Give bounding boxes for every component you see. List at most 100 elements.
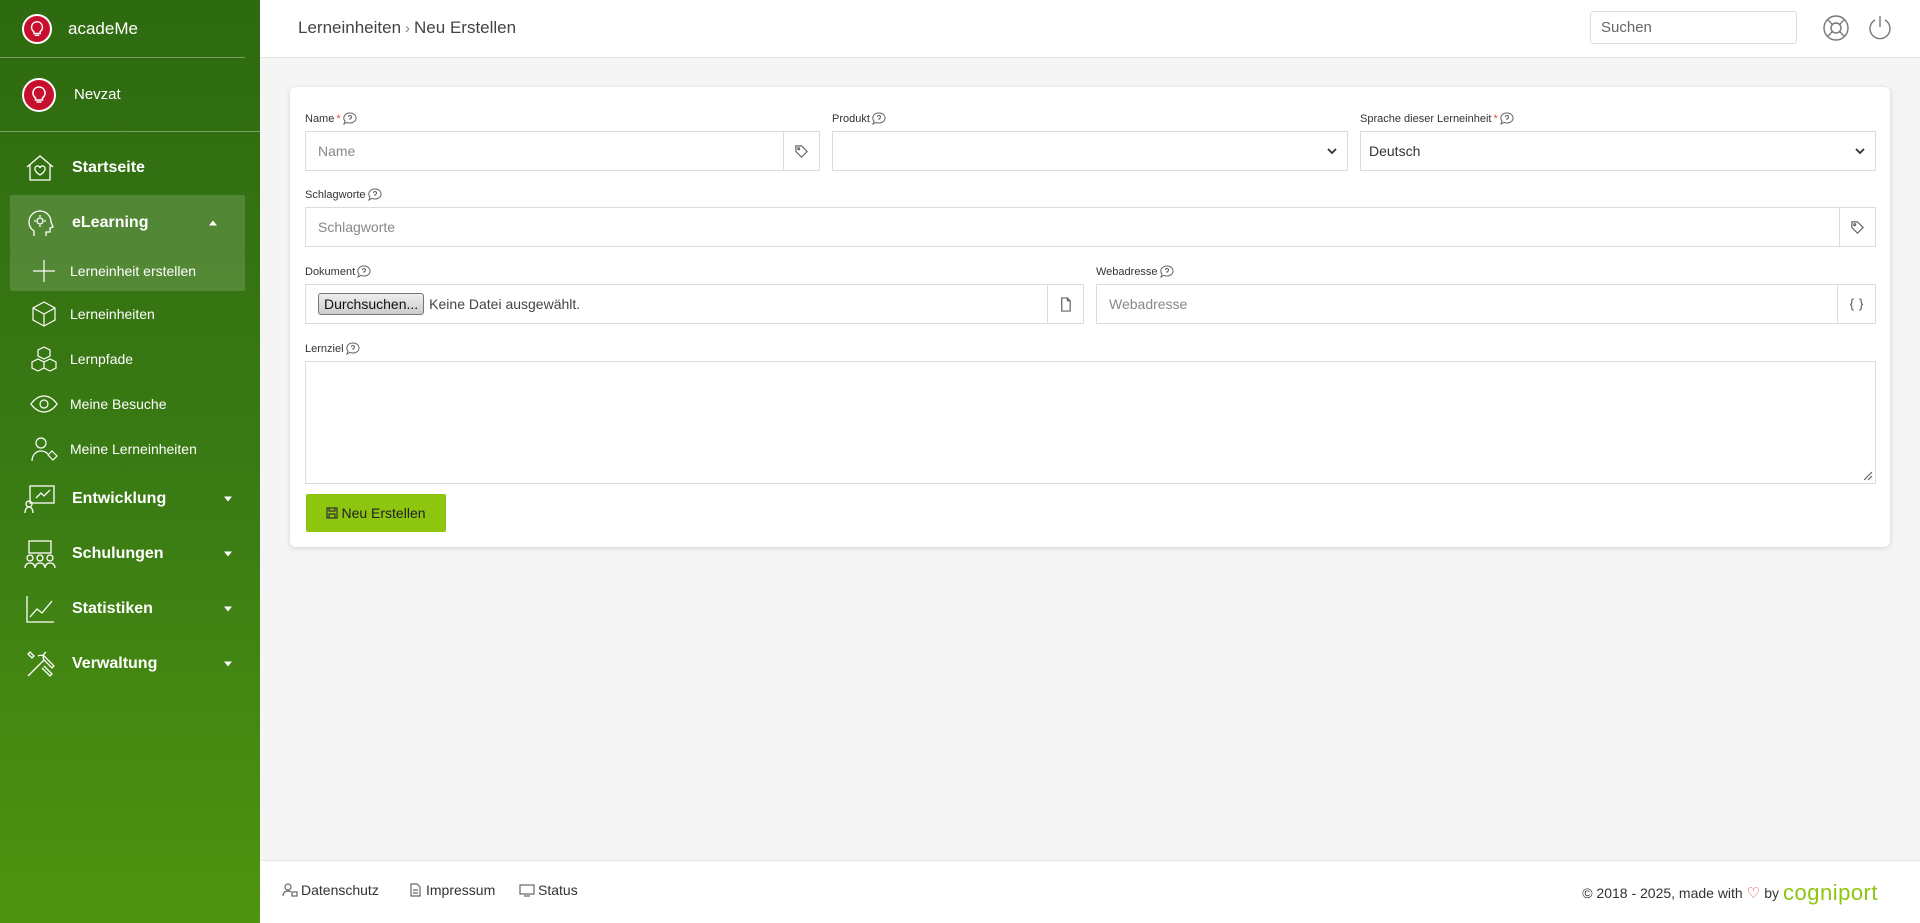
keywords-input[interactable]: Schlagworte xyxy=(306,219,1839,235)
line-chart-icon xyxy=(22,591,58,627)
name-input[interactable]: Name xyxy=(306,143,783,159)
group-icon xyxy=(22,536,58,572)
head-gear-icon xyxy=(22,205,58,241)
sidebar-item-label: Meine Lerneinheiten xyxy=(70,440,197,457)
power-icon[interactable] xyxy=(1866,14,1894,42)
sidebar-item-meine-besuche[interactable]: Meine Besuche xyxy=(0,381,260,426)
plus-icon xyxy=(28,255,60,287)
help-bubble-icon xyxy=(872,112,886,125)
chevron-down-icon xyxy=(224,661,232,666)
sidebar-item-label: Startseite xyxy=(72,158,145,176)
sidebar-item-label: Statistiken xyxy=(72,599,153,617)
sidebar-item-elearning[interactable]: eLearning xyxy=(10,195,245,250)
copyright-icon: © xyxy=(1582,885,1597,901)
help-bubble-icon xyxy=(345,342,360,355)
breadcrumb: Lerneinheiten › Neu Erstellen xyxy=(298,18,516,38)
app-name: acadeMe xyxy=(68,18,138,38)
url-label: Webadresse xyxy=(1096,265,1174,278)
presentation-growth-icon xyxy=(22,481,58,517)
help-bubble-icon xyxy=(342,112,357,125)
name-label: Name * xyxy=(305,112,357,125)
goal-label: Lernziel xyxy=(305,342,360,355)
url-input[interactable]: Webadresse xyxy=(1097,296,1837,312)
breadcrumb-item-current: Neu Erstellen xyxy=(414,18,517,37)
chevron-right-icon: › xyxy=(405,19,411,37)
tools-icon xyxy=(22,646,58,682)
sidebar-item-label: Lerneinheit erstellen xyxy=(70,262,197,279)
help-bubble-icon xyxy=(367,188,382,201)
user-tag-icon xyxy=(28,433,60,465)
user-lock-icon xyxy=(282,883,298,897)
heart-icon: ♡ xyxy=(1746,885,1761,902)
breadcrumb-item-lerneinheiten[interactable]: Lerneinheiten xyxy=(298,18,401,38)
url-field[interactable]: Webadresse xyxy=(1096,284,1876,324)
product-label: Produkt xyxy=(832,112,886,125)
home-heart-icon xyxy=(22,150,58,186)
chevron-up-icon xyxy=(209,220,217,225)
cube-icon xyxy=(28,298,60,330)
chevron-down-icon xyxy=(224,551,232,556)
help-bubble-icon xyxy=(357,265,371,278)
browse-button[interactable]: Durchsuchen... xyxy=(318,293,425,315)
copyright: © 2018 - 2025, made with ♡ by cogniport xyxy=(1582,880,1878,906)
sidebar-item-lerneinheit-erstellen[interactable]: Lerneinheit erstellen xyxy=(10,250,245,291)
create-button[interactable]: Neu Erstellen xyxy=(306,494,446,532)
tag-icon xyxy=(1839,208,1875,246)
help-bubble-icon xyxy=(1499,112,1514,125)
footer: Datenschutz Impressum Status © 2018 - 20… xyxy=(260,860,1920,923)
sidebar-item-label: Lernpfade xyxy=(70,350,134,367)
cogniport-logo[interactable]: cogniport xyxy=(1783,880,1878,906)
sidebar-item-label: Verwaltung xyxy=(72,654,158,672)
sidebar-item-label: eLearning xyxy=(72,213,149,231)
eye-icon xyxy=(28,388,60,420)
sidebar-item-lerneinheiten[interactable]: Lerneinheiten xyxy=(0,291,260,336)
document-label: Dokument xyxy=(305,265,371,278)
chevron-down-icon xyxy=(224,496,232,501)
sidebar-item-startseite[interactable]: Startseite xyxy=(0,140,260,195)
keywords-label: Schlagworte xyxy=(305,188,382,201)
sidebar-item-label: Schulungen xyxy=(72,544,164,562)
keywords-field[interactable]: Schlagworte xyxy=(305,207,1876,247)
chevron-down-icon xyxy=(224,606,232,611)
help-bubble-icon xyxy=(1159,265,1174,278)
product-select[interactable] xyxy=(832,131,1348,171)
monitor-icon xyxy=(519,884,535,897)
sidebar-item-label: Entwicklung xyxy=(72,489,167,507)
braces-icon xyxy=(1837,285,1875,323)
footer-link-impressum[interactable]: Impressum xyxy=(407,882,495,898)
file-icon xyxy=(1047,285,1083,323)
avatar xyxy=(22,77,56,112)
support-lifebuoy-icon[interactable] xyxy=(1822,14,1850,42)
document-icon xyxy=(410,883,421,897)
sidebar-nav: Startseite eLearning Lerneinheit erstell… xyxy=(0,132,260,699)
sidebar: acadeMe Nevzat Startseite eLearning Lern… xyxy=(0,0,260,923)
tag-icon xyxy=(783,132,819,170)
sidebar-item-label: Meine Besuche xyxy=(70,395,167,412)
topbar: Lerneinheiten › Neu Erstellen xyxy=(260,0,1920,58)
chevron-down-icon xyxy=(1845,144,1875,158)
sidebar-item-meine-lerneinheiten[interactable]: Meine Lerneinheiten xyxy=(0,426,260,471)
name-field[interactable]: Name xyxy=(305,131,820,171)
sidebar-item-lernpfade[interactable]: Lernpfade xyxy=(0,336,260,381)
save-icon xyxy=(326,507,339,519)
user-profile[interactable]: Nevzat xyxy=(0,58,260,132)
sidebar-item-schulungen[interactable]: Schulungen xyxy=(0,526,260,581)
cubes-icon xyxy=(28,343,60,375)
lightbulb-logo-icon xyxy=(22,13,52,44)
chevron-down-icon xyxy=(1317,144,1347,158)
brand[interactable]: acadeMe xyxy=(0,0,245,58)
language-select[interactable]: Deutsch xyxy=(1360,131,1876,171)
resize-handle-icon[interactable] xyxy=(1861,469,1873,481)
sidebar-item-label: Lerneinheiten xyxy=(70,305,155,322)
file-status: Keine Datei ausgewählt. xyxy=(429,296,581,312)
sidebar-item-verwaltung[interactable]: Verwaltung xyxy=(0,636,260,691)
user-name: Nevzat xyxy=(74,86,121,103)
search-input[interactable] xyxy=(1590,11,1797,44)
footer-link-datenschutz[interactable]: Datenschutz xyxy=(282,882,379,898)
goal-textarea[interactable] xyxy=(305,361,1876,484)
document-file-field: Durchsuchen... Keine Datei ausgewählt. xyxy=(305,284,1084,324)
footer-link-status[interactable]: Status xyxy=(519,882,578,898)
sidebar-item-statistiken[interactable]: Statistiken xyxy=(0,581,260,636)
language-label: Sprache dieser Lerneinheit * xyxy=(1360,112,1514,125)
sidebar-item-entwicklung[interactable]: Entwicklung xyxy=(0,471,260,526)
